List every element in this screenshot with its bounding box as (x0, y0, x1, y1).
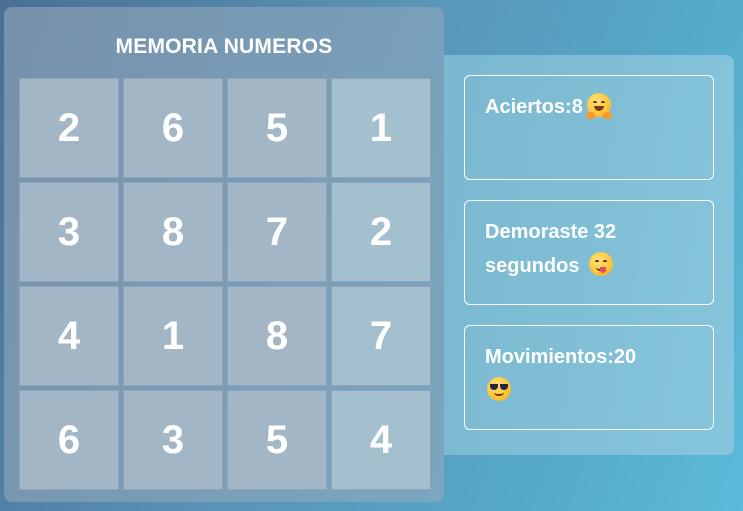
card-tile[interactable]: 8 (227, 286, 327, 386)
card-tile[interactable]: 2 (19, 78, 119, 178)
card-tile[interactable]: 7 (227, 182, 327, 282)
time-card: Demoraste 32 segundos (464, 200, 714, 305)
card-tile[interactable]: 2 (331, 182, 431, 282)
card-tile[interactable]: 4 (331, 390, 431, 490)
card-tile[interactable]: 3 (123, 390, 223, 490)
stats-panel: Aciertos:8 Demoraste 32 segundos Movimie… (444, 55, 734, 455)
card-tile[interactable]: 6 (19, 390, 119, 490)
card-tile[interactable]: 7 (331, 286, 431, 386)
card-tile[interactable]: 3 (19, 182, 119, 282)
moves-card: Movimientos:20 (464, 325, 714, 430)
memory-board: MEMORIA NUMEROS 2 6 5 1 3 8 7 2 4 1 8 7 … (4, 7, 444, 502)
card-tile[interactable]: 5 (227, 390, 327, 490)
card-tile[interactable]: 1 (123, 286, 223, 386)
card-tile[interactable]: 8 (123, 182, 223, 282)
card-grid: 2 6 5 1 3 8 7 2 4 1 8 7 6 3 5 4 (19, 78, 431, 490)
hits-label: Aciertos:8 (485, 96, 583, 118)
card-tile[interactable]: 6 (123, 78, 223, 178)
game-title: MEMORIA NUMEROS (115, 35, 333, 58)
moves-label: Movimientos:20 (485, 346, 637, 368)
card-tile[interactable]: 5 (227, 78, 327, 178)
smiling-face-with-hugging-hands-icon (585, 93, 612, 119)
hits-card: Aciertos:8 (464, 75, 714, 180)
smiling-face-with-sunglasses-icon (487, 377, 511, 401)
face-savoring-food-icon (589, 252, 614, 276)
card-tile[interactable]: 1 (331, 78, 431, 178)
card-tile[interactable]: 4 (19, 286, 119, 386)
